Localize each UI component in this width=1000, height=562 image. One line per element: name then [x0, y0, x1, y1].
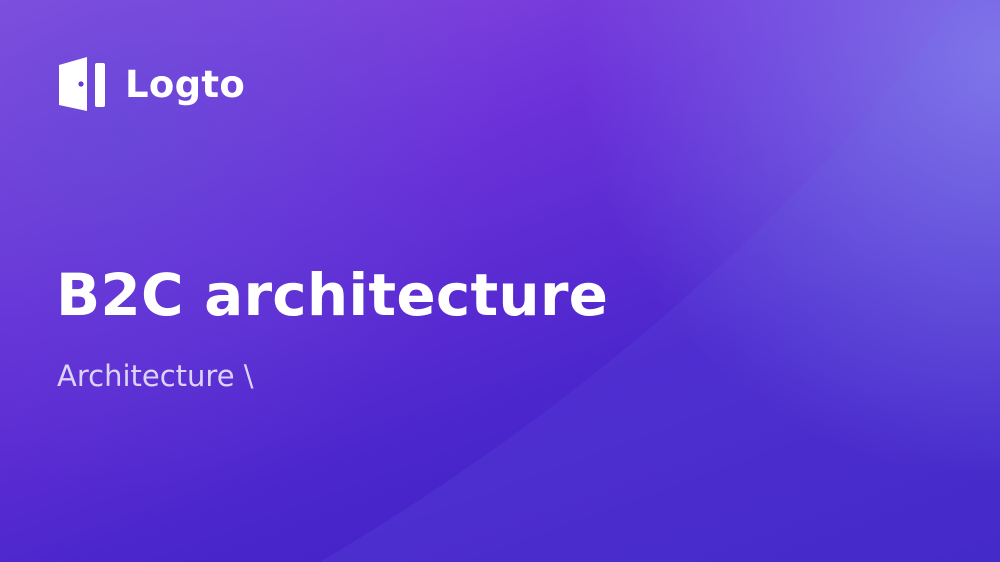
- brand-logo: Logto: [57, 55, 245, 113]
- category-label: Architecture \: [57, 359, 254, 393]
- logto-door-icon: [59, 57, 105, 111]
- page-title: B2C architecture: [56, 261, 609, 329]
- brand-name: Logto: [125, 62, 246, 106]
- cover-banner: Logto B2C architecture Architecture \: [0, 0, 1000, 562]
